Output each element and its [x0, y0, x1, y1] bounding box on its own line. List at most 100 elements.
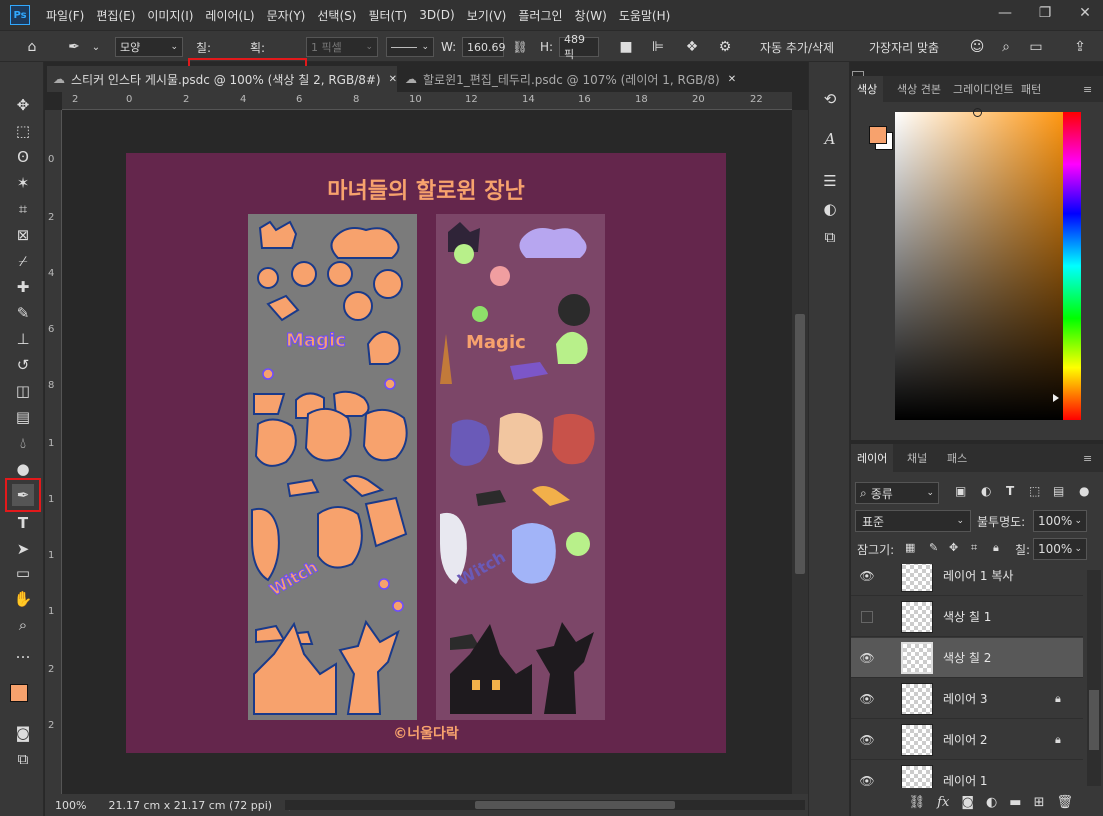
color-picker-field[interactable]	[895, 108, 1075, 420]
eye-hidden-icon[interactable]	[861, 610, 873, 623]
tab-patterns[interactable]: 패턴	[1015, 76, 1047, 102]
close-window-button[interactable]: ✕	[1067, 0, 1103, 26]
workspace-icon[interactable]: ▭	[1026, 37, 1046, 57]
menu-window[interactable]: 창(W)	[569, 7, 613, 24]
hue-slider-marker[interactable]	[1053, 394, 1059, 402]
path-operations-icon[interactable]: ■	[616, 37, 636, 57]
close-icon[interactable]: ✕	[728, 74, 736, 85]
height-field[interactable]: 489 픽	[559, 33, 599, 61]
layer-row[interactable]: 👁︎ 레이어 1	[851, 761, 1083, 788]
crop-tool-icon[interactable]: ⌗	[12, 198, 34, 220]
dodge-tool-icon[interactable]: ●	[12, 458, 34, 480]
stroke-width-field[interactable]: 1 픽셀 ⌄	[306, 37, 378, 57]
eye-icon[interactable]: 👁︎	[859, 773, 875, 789]
vertical-scrollbar[interactable]	[792, 110, 808, 794]
pen-mode-select[interactable]: 모양 ⌄	[115, 37, 183, 57]
more-tools-icon[interactable]: …	[12, 642, 34, 664]
panel-menu-icon[interactable]: ≡	[1077, 444, 1098, 472]
brush-tool-icon[interactable]: ✎	[12, 302, 34, 324]
tab-document-1[interactable]: ☁ 스티커 인스타 게시물.psdc @ 100% (색상 칠 2, RGB/8…	[47, 66, 397, 92]
mask-icon[interactable]: ◙	[961, 795, 974, 810]
filter-pixel-icon[interactable]: ▣	[955, 484, 966, 498]
restore-button[interactable]: ❐	[1027, 0, 1063, 26]
layer-row[interactable]: 👁︎ 레이어 3 🔒︎	[851, 679, 1083, 719]
foreground-color-swatch[interactable]	[869, 126, 887, 144]
foreground-color-swatch[interactable]	[10, 684, 28, 702]
libraries-icon[interactable]: ⧉	[819, 226, 841, 248]
marquee-tool-icon[interactable]: ⬚	[12, 120, 34, 142]
menu-type[interactable]: 문자(Y)	[261, 7, 312, 24]
width-field[interactable]: 160.69	[462, 37, 506, 57]
layer-row[interactable]: 👁︎ 색상 칠 2	[851, 638, 1083, 678]
tab-gradients[interactable]: 그레이디언트	[947, 76, 1019, 102]
adjustments-icon[interactable]: ☰	[819, 170, 841, 192]
properties-icon[interactable]: ◐	[819, 198, 841, 220]
close-icon[interactable]: ✕	[389, 74, 397, 85]
link-dimensions-icon[interactable]: ⛓	[510, 37, 530, 57]
menu-help[interactable]: 도움말(H)	[613, 7, 677, 24]
sticker-cutline-panel[interactable]: Magic Witch	[248, 214, 417, 720]
tab-color[interactable]: 색상	[851, 76, 884, 102]
scroll-thumb[interactable]	[475, 801, 675, 809]
rectangle-tool-icon[interactable]: ▭	[12, 562, 34, 584]
gradient-tool-icon[interactable]: ▤	[12, 406, 34, 428]
history-icon[interactable]: ⟲	[819, 88, 841, 110]
menu-3d[interactable]: 3D(D)	[413, 8, 460, 22]
menu-plugins[interactable]: 플러그인	[512, 7, 568, 24]
eyedropper-tool-icon[interactable]: ⌿	[12, 250, 34, 272]
filter-adjustment-icon[interactable]: ◐	[981, 484, 991, 498]
history-brush-tool-icon[interactable]: ↺	[12, 354, 34, 376]
tab-swatches[interactable]: 색상 견본	[891, 76, 947, 102]
menu-file[interactable]: 파일(F)	[40, 7, 90, 24]
layer-row[interactable]: 색상 칠 1	[851, 597, 1083, 637]
layer-filter-select[interactable]: ⌕ 종류 ⌄	[855, 482, 939, 504]
menu-filter[interactable]: 필터(T)	[362, 7, 413, 24]
adjustment-icon[interactable]: ◐	[986, 795, 997, 810]
healing-brush-tool-icon[interactable]: ✚	[12, 276, 34, 298]
eraser-tool-icon[interactable]: ◫	[12, 380, 34, 402]
color-picker-cursor[interactable]	[973, 108, 982, 117]
layer-row[interactable]: 👁︎ 레이어 1 복사	[851, 564, 1083, 596]
opacity-field[interactable]: 100% ⌄	[1033, 510, 1087, 532]
lock-position-icon[interactable]: ✥	[949, 541, 958, 554]
artboard[interactable]: 마녀들의 할로윈 장난 Magic Witch Magic Witch ©너울다…	[126, 153, 726, 753]
group-icon[interactable]: ▬	[1009, 795, 1021, 810]
home-icon[interactable]: ⌂	[22, 37, 42, 57]
search-icon[interactable]: ⌕	[996, 37, 1016, 57]
path-alignment-icon[interactable]: ⊫	[648, 37, 668, 57]
minimize-button[interactable]: —	[987, 0, 1023, 26]
hue-slider[interactable]	[1063, 112, 1081, 420]
filter-smart-object-icon[interactable]: ▤	[1053, 484, 1064, 498]
quick-mask-icon[interactable]: ◙	[12, 722, 34, 744]
blend-mode-select[interactable]: 표준 ⌄	[855, 510, 971, 532]
blur-tool-icon[interactable]: 💧︎	[12, 432, 34, 454]
eye-icon[interactable]: 👁︎	[859, 650, 875, 666]
screen-mode-icon[interactable]: ⧉	[12, 748, 34, 770]
magic-wand-tool-icon[interactable]: ✶	[12, 172, 34, 194]
zoom-level[interactable]: 100%	[55, 799, 86, 812]
filter-toggle-icon[interactable]: ●	[1079, 484, 1089, 498]
horizontal-scrollbar[interactable]	[285, 800, 805, 810]
link-icon[interactable]: ⛓	[909, 795, 926, 810]
zoom-tool-icon[interactable]: ⌕	[12, 614, 34, 636]
eye-icon[interactable]: 👁︎	[859, 732, 875, 748]
hand-tool-icon[interactable]: ✋	[12, 588, 34, 610]
eye-icon[interactable]: 👁︎	[859, 568, 875, 584]
stroke-type-select[interactable]: ⌄	[386, 37, 434, 57]
lock-transparent-icon[interactable]: ▦	[905, 541, 915, 554]
chevron-down-icon[interactable]: ⌄	[86, 37, 106, 57]
type-tool-icon[interactable]: T	[12, 512, 34, 534]
sticker-artwork-panel[interactable]: Magic Witch	[436, 214, 605, 720]
menu-view[interactable]: 보기(V)	[461, 7, 513, 24]
character-icon[interactable]: A	[819, 128, 841, 150]
tab-paths[interactable]: 패스	[941, 444, 973, 472]
gear-icon[interactable]: ⚙	[715, 37, 735, 57]
menu-image[interactable]: 이미지(I)	[141, 7, 199, 24]
eye-icon[interactable]: 👁︎	[859, 691, 875, 707]
layer-row[interactable]: 👁︎ 레이어 2 🔒︎	[851, 720, 1083, 760]
fill-opacity-field[interactable]: 100% ⌄	[1033, 538, 1087, 560]
filter-shape-icon[interactable]: ⬚	[1029, 484, 1040, 498]
clone-stamp-tool-icon[interactable]: ⊥	[12, 328, 34, 350]
pen-tool-preset-icon[interactable]: ✒	[64, 37, 84, 57]
tab-layers[interactable]: 레이어	[851, 444, 894, 472]
